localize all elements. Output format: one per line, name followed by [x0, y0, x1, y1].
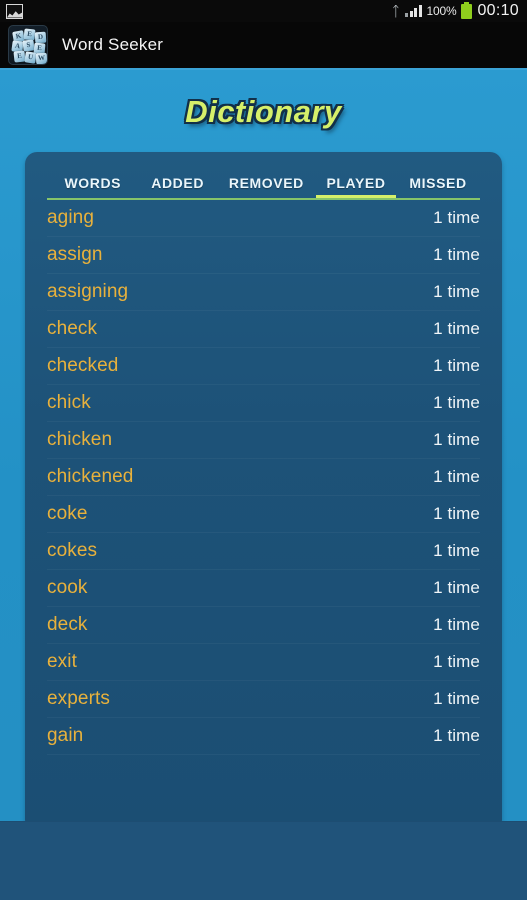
table-row[interactable]: checked 1 time [47, 348, 480, 385]
count-label: 1 time [433, 319, 480, 338]
table-row[interactable]: deck 1 time [47, 607, 480, 644]
table-row[interactable]: aging 1 time [47, 200, 480, 237]
word-label: chicken [47, 429, 113, 450]
word-label: exit [47, 651, 77, 672]
table-row[interactable]: gain 1 time [47, 718, 480, 755]
word-label: experts [47, 688, 111, 709]
tab-missed[interactable]: MISSED [396, 175, 480, 200]
table-row[interactable]: coke 1 time [47, 496, 480, 533]
table-row[interactable]: chick 1 time [47, 385, 480, 422]
bluetooth-icon: ᛏ [391, 3, 401, 19]
count-label: 1 time [433, 393, 480, 412]
count-label: 1 time [433, 208, 480, 227]
page-title: Dictionary [185, 94, 342, 129]
word-seeker-app-icon[interactable]: K E D A S E E U W [8, 25, 48, 65]
table-row[interactable]: chicken 1 time [47, 422, 480, 459]
table-row[interactable]: chickened 1 time [47, 459, 480, 496]
status-bar-indicators: ᛏ 100% 00:10 [391, 1, 527, 20]
count-label: 1 time [433, 430, 480, 449]
count-label: 1 time [433, 245, 480, 264]
table-row[interactable]: assign 1 time [47, 237, 480, 274]
bottom-band [0, 821, 527, 900]
word-label: coke [47, 503, 88, 524]
android-screen: ᛏ 100% 00:10 K E D A S E E U W Word Seek… [0, 0, 527, 900]
app-action-bar: K E D A S E E U W Word Seeker [0, 22, 527, 70]
icon-tile: W [35, 52, 47, 64]
battery-percent-label: 100% [426, 4, 457, 18]
word-label: assigning [47, 281, 129, 302]
count-label: 1 time [433, 282, 480, 301]
word-label: chickened [47, 466, 134, 487]
status-bar-notifications [0, 3, 23, 19]
word-label: checked [47, 355, 119, 376]
word-label: gain [47, 725, 84, 746]
count-label: 1 time [433, 467, 480, 486]
word-label: chick [47, 392, 91, 413]
table-row[interactable]: cokes 1 time [47, 533, 480, 570]
word-label: deck [47, 614, 88, 635]
count-label: 1 time [433, 578, 480, 597]
word-label: cokes [47, 540, 98, 561]
count-label: 1 time [433, 615, 480, 634]
dictionary-screen: Dictionary WORDS ADDED REMOVED PLAYED MI… [0, 70, 527, 832]
count-label: 1 time [433, 504, 480, 523]
tab-rule [47, 198, 480, 200]
word-label: cook [47, 577, 88, 598]
count-label: 1 time [433, 356, 480, 375]
tab-added[interactable]: ADDED [139, 175, 217, 200]
word-list[interactable]: aging 1 time assign 1 time assigning 1 t… [25, 200, 502, 755]
tab-played[interactable]: PLAYED [315, 175, 397, 200]
table-row[interactable]: exit 1 time [47, 644, 480, 681]
table-row[interactable]: experts 1 time [47, 681, 480, 718]
word-label: aging [47, 207, 94, 228]
count-label: 1 time [433, 652, 480, 671]
count-label: 1 time [433, 689, 480, 708]
icon-tile: D [34, 31, 47, 44]
status-bar-clock: 00:10 [477, 2, 519, 19]
signal-bars-icon [405, 5, 422, 17]
table-row[interactable]: check 1 time [47, 311, 480, 348]
table-row[interactable]: cook 1 time [47, 570, 480, 607]
tab-removed[interactable]: REMOVED [217, 175, 316, 200]
status-bar: ᛏ 100% 00:10 [0, 0, 527, 22]
image-screenshot-icon [6, 3, 23, 19]
tab-words[interactable]: WORDS [47, 175, 139, 200]
table-row[interactable]: assigning 1 time [47, 274, 480, 311]
count-label: 1 time [433, 726, 480, 745]
dictionary-card: WORDS ADDED REMOVED PLAYED MISSED aging … [25, 152, 502, 832]
battery-full-icon [461, 1, 473, 19]
word-label: check [47, 318, 98, 339]
icon-tile: U [24, 51, 37, 64]
word-label: assign [47, 244, 103, 265]
app-title: Word Seeker [62, 35, 164, 54]
count-label: 1 time [433, 541, 480, 560]
tab-bar: WORDS ADDED REMOVED PLAYED MISSED [25, 152, 502, 200]
